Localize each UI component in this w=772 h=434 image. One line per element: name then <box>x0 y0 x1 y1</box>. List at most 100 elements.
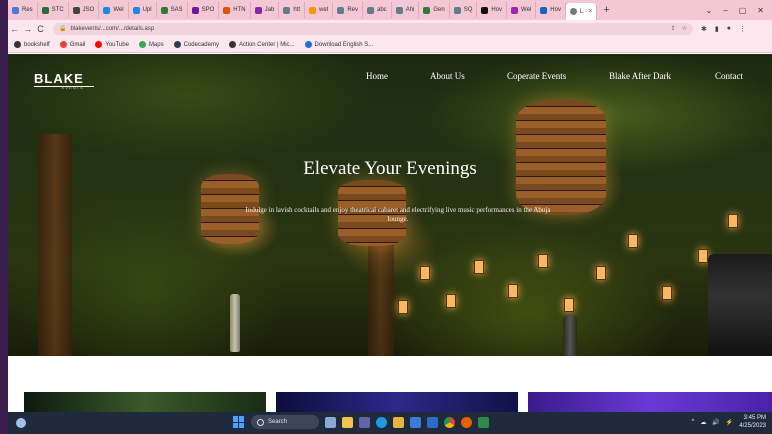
event-card-image[interactable] <box>276 392 518 412</box>
bookmark-label: bookshelf <box>24 41 50 48</box>
bookmark-label: Gmail <box>69 41 86 48</box>
bookmark-favicon-icon <box>14 41 21 48</box>
tab-favicon-icon <box>423 6 431 14</box>
store-icon[interactable] <box>410 416 421 428</box>
tab-label: Wel <box>113 7 124 13</box>
bookmark-item[interactable]: bookshelf <box>14 41 50 48</box>
event-card-image[interactable] <box>528 392 772 412</box>
nav-about-us[interactable]: About Us <box>430 71 465 81</box>
volume-icon[interactable]: 🔊 <box>712 419 719 426</box>
tab-favicon-icon <box>308 6 316 14</box>
new-tab-button[interactable]: + <box>597 4 615 16</box>
browser-tab[interactable]: Ahi <box>392 2 420 18</box>
browser-tab[interactable]: STC <box>38 2 69 18</box>
tab-favicon-icon <box>540 6 548 14</box>
browser-tab[interactable]: htt <box>279 2 305 18</box>
tab-search-button[interactable]: ⌄ <box>706 6 713 15</box>
browser-tab[interactable]: Gen <box>419 2 450 18</box>
minimize-button[interactable]: – <box>723 6 727 15</box>
file-explorer-icon[interactable] <box>342 416 353 428</box>
onedrive-icon[interactable]: ☁ <box>700 419 706 426</box>
event-card-image[interactable] <box>24 392 266 412</box>
browser-tab[interactable]: JSO <box>69 2 100 18</box>
nav-coperate-events[interactable]: Coperate Events <box>507 71 566 81</box>
bookmark-favicon-icon <box>304 41 312 48</box>
bookmark-item[interactable]: Maps <box>138 41 164 48</box>
bookmark-label: Codecademy <box>183 41 219 48</box>
nav-contact[interactable]: Contact <box>715 71 743 81</box>
active-tab[interactable]: L × <box>565 3 598 20</box>
edge-icon[interactable] <box>376 416 387 428</box>
taskbar-search[interactable]: Search <box>251 415 319 429</box>
tray-overflow-icon[interactable]: ^ <box>692 419 695 425</box>
browser-tab[interactable]: Rev <box>333 2 363 18</box>
close-tab-icon[interactable]: × <box>588 8 592 15</box>
back-button[interactable]: ← <box>8 24 21 34</box>
taskbar-search-label: Search <box>268 419 288 425</box>
tab-label: HTN <box>233 7 246 13</box>
reload-button[interactable]: C <box>34 24 47 34</box>
tab-label: STC <box>51 7 64 13</box>
address-bar[interactable]: 🔒 blakevents/...com/.../details.asp ⇪ ☆ <box>53 22 693 35</box>
browser-tab[interactable]: Res <box>8 2 38 18</box>
forward-button[interactable]: → <box>21 24 34 34</box>
tab-label: htt <box>293 7 300 13</box>
share-icon[interactable]: ⇪ <box>671 25 676 32</box>
tab-label: wet <box>318 7 329 13</box>
windows-start-icon[interactable] <box>233 416 245 428</box>
taskbar-apps: Search <box>233 415 489 429</box>
nav-home[interactable]: Home <box>366 71 388 81</box>
folder-icon[interactable] <box>393 416 404 428</box>
hero-section: BLAKE EVENTS Home About Us Coperate Even… <box>8 54 772 356</box>
tab-favicon-icon <box>283 6 291 14</box>
tab-favicon-icon <box>367 6 374 14</box>
browser-tab[interactable]: Jab <box>251 2 280 18</box>
widgets-icon[interactable] <box>325 416 336 428</box>
teams-icon[interactable] <box>359 416 370 428</box>
bookmark-item[interactable]: Action Center | Mic... <box>228 41 295 48</box>
browser-tab[interactable]: wet <box>305 2 334 18</box>
bookmark-item[interactable]: Gmail <box>59 41 86 48</box>
logo-subtext: EVENTS <box>61 85 84 90</box>
chrome-icon[interactable] <box>444 416 455 428</box>
bookmark-favicon-icon <box>138 41 146 48</box>
clock-time: 3:45 PM <box>743 415 766 421</box>
bookmark-item[interactable]: YouTube <box>95 41 129 48</box>
tab-favicon-icon <box>395 6 403 14</box>
tab-label: Wel <box>521 7 532 13</box>
browser-tab[interactable]: abc <box>363 2 392 18</box>
tab-favicon-icon <box>453 6 461 14</box>
bookmark-favicon-icon <box>59 41 67 48</box>
browser-tab[interactable]: Hov <box>536 2 566 18</box>
sidebar-icon[interactable]: ▮ <box>715 25 719 33</box>
tab-label: Ahi <box>405 7 415 13</box>
browser-tab[interactable]: Upl <box>129 2 157 18</box>
browser-tab[interactable]: HTN <box>219 2 251 18</box>
bookmark-item[interactable]: Download English S... <box>304 41 374 48</box>
bookmark-star-icon[interactable]: ☆ <box>682 25 687 32</box>
browser-tab[interactable]: Hov <box>477 2 508 18</box>
globe-icon <box>569 8 577 15</box>
browser-tab[interactable]: SAS <box>157 2 188 18</box>
bookmark-item[interactable]: Codecademy <box>173 41 219 48</box>
mail-icon[interactable] <box>427 416 438 428</box>
profile-avatar[interactable]: ● <box>727 25 731 33</box>
browser-tab[interactable]: SQ <box>450 2 478 18</box>
extensions-icon[interactable]: ✱ <box>701 25 707 33</box>
weather-icon[interactable] <box>16 418 26 428</box>
maximize-button[interactable]: ▢ <box>739 6 747 15</box>
bookmark-label: Download English S... <box>314 41 374 48</box>
clock[interactable]: 3:45 PM 4/25/2023 <box>739 414 766 430</box>
menu-icon[interactable]: ⋮ <box>739 25 746 33</box>
browser-tab[interactable]: Wel <box>99 2 129 18</box>
battery-icon[interactable]: ⚡ <box>726 419 733 426</box>
nav-blake-after-dark[interactable]: Blake After Dark <box>609 71 671 81</box>
app-icon[interactable] <box>478 416 489 428</box>
browser-tab[interactable]: Wel <box>507 2 537 18</box>
tab-favicon-icon <box>511 6 519 14</box>
close-window-button[interactable]: ✕ <box>757 6 764 15</box>
tab-label: SQ <box>463 7 473 13</box>
lantern-decoration <box>728 214 738 228</box>
browser-tab[interactable]: SPO <box>188 2 220 18</box>
firefox-icon[interactable] <box>461 416 472 428</box>
